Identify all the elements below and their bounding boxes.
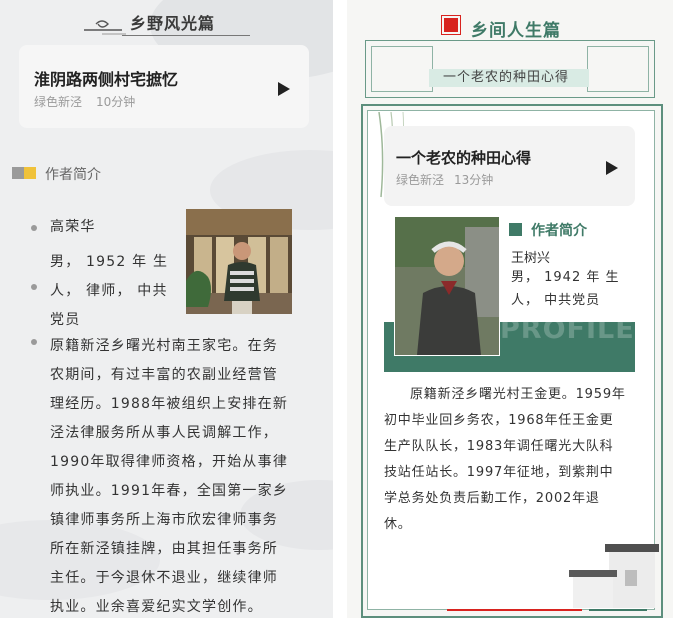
bio-line: 生产队队长，1983年调任曙光大队科	[384, 439, 614, 454]
author-photo-image	[395, 217, 499, 355]
bio-line: 原籍新泾乡曙光村南王家宅。在务	[50, 338, 278, 354]
author-name: 高荣华	[50, 219, 96, 235]
author-profile: 男， 1952 年 生 人， 律师， 中共 党员	[50, 248, 180, 335]
heading-marker-icon	[509, 223, 522, 236]
left-article-panel: 乡野风光篇 淮阴路两侧村宅摭忆 绿色新泾 10分钟 作者简介 高荣华 男， 19…	[0, 0, 333, 618]
red-seal-icon	[444, 18, 458, 32]
bio-line: 农期间，有过丰富的农副业经营管	[50, 367, 278, 383]
author-profile: 男， 1942 年 生 人， 中共党员	[511, 266, 635, 312]
audio-card-duration: 10分钟	[96, 95, 136, 109]
author-profile-line: 人， 律师， 中共	[50, 283, 168, 299]
author-profile-line: 人， 中共党员	[511, 293, 601, 308]
section-underline	[122, 35, 250, 36]
bio-line: 理经历。1988年被组织上安排在新	[50, 396, 289, 412]
play-icon[interactable]	[606, 161, 618, 175]
bio-line: 师执业。1991年春，全国第一家乡	[50, 483, 289, 499]
author-profile-line: 男， 1942 年 生	[511, 270, 620, 285]
bullet-icon	[31, 284, 37, 290]
author-bio: 原籍新泾乡曙光村王金更。1959年 初中毕业回乡务农，1968年任王金更 生产队…	[384, 382, 638, 538]
bio-line: 1990年取得律师资格，开始从事律	[50, 454, 289, 470]
author-heading: 作者简介	[45, 167, 101, 183]
section-title: 乡间人生篇	[471, 21, 561, 41]
bio-line: 初中毕业回乡务农，1968年任王金更	[384, 413, 614, 428]
building-illustration-icon	[569, 544, 659, 608]
author-profile-line: 男， 1952 年 生	[50, 254, 169, 270]
audio-card[interactable]: 淮阴路两侧村宅摭忆 绿色新泾 10分钟	[19, 45, 309, 128]
heading-marker-icon	[12, 167, 24, 179]
cloud-ornament-icon	[84, 20, 126, 35]
audio-card-title: 淮阴路两侧村宅摭忆	[34, 70, 179, 89]
lattice-pattern	[587, 46, 649, 92]
author-photo-image	[186, 209, 292, 314]
bio-line: 学总务处负责后勤工作，2002年退	[384, 491, 600, 506]
play-icon[interactable]	[278, 82, 290, 96]
decorative-underline	[447, 609, 582, 611]
subtitle: 一个老农的种田心得	[443, 70, 570, 85]
audio-card-source: 绿色新泾	[34, 95, 83, 109]
profile-watermark: PROFILE	[500, 314, 635, 345]
author-photo	[186, 209, 292, 314]
author-heading: 作者简介	[531, 223, 587, 239]
bio-line: 主任。于今退休不退业，继续律师	[50, 570, 278, 586]
bio-line: 技站任站长。1997年征地，到紫荆中	[384, 465, 614, 480]
bio-line: 镇律师事务所上海市欣宏律师事务	[50, 512, 278, 528]
right-article-panel: 乡间人生篇 一个老农的种田心得 一个老农的种田心得 绿色新泾 13分钟 PROF…	[347, 0, 673, 618]
audio-card-title: 一个老农的种田心得	[396, 149, 532, 167]
audio-card-duration: 13分钟	[454, 173, 494, 187]
audio-card[interactable]: 一个老农的种田心得 绿色新泾 13分钟	[384, 126, 635, 206]
lattice-pattern	[371, 46, 433, 92]
section-header: 乡野风光篇	[82, 10, 252, 36]
author-photo	[394, 216, 500, 356]
bio-line: 泾法律服务所从事人民调解工作，	[50, 425, 278, 441]
author-name: 王树兴	[511, 251, 551, 266]
bio-line: 原籍新泾乡曙光村王金更。1959年	[410, 387, 626, 402]
heading-marker-icon	[24, 167, 36, 179]
bullet-icon	[31, 225, 37, 231]
bio-line: 执业。业余喜爱纪实文学创作。	[50, 599, 263, 615]
decorative-underline	[589, 609, 647, 611]
audio-card-source: 绿色新泾	[396, 173, 445, 187]
author-bio: 原籍新泾乡曙光村南王家宅。在务 农期间，有过丰富的农副业经营管 理经历。1988…	[50, 332, 310, 618]
bio-line: 所在新泾镇挂牌，由其担任事务所	[50, 541, 278, 557]
bio-line: 休。	[384, 517, 412, 532]
bullet-icon	[31, 339, 37, 345]
author-profile-line: 党员	[50, 312, 81, 328]
section-title: 乡野风光篇	[130, 14, 216, 33]
